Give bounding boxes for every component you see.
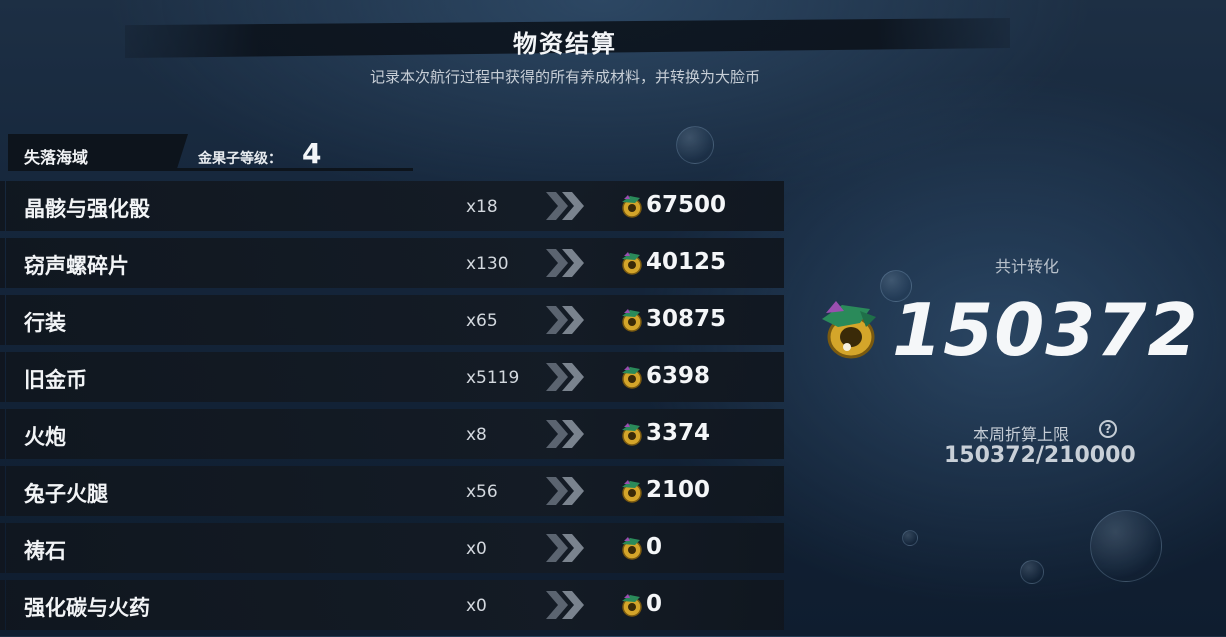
item-row: 强化碳与火药 x0 0 [0,580,784,630]
item-coin-value: 6398 [646,363,711,389]
page-title: 物资结算 [513,30,617,58]
item-coin-value: 67500 [646,192,727,218]
double-chevron-right-icon [546,306,584,334]
item-name: 旧金币 [24,368,87,392]
item-name: 晶骸与强化骰 [24,197,150,221]
double-chevron-right-icon [546,192,584,220]
double-chevron-right-icon [546,420,584,448]
item-list: 晶骸与强化骰 x18 67500 窃声螺碎片 x130 40125 行装 x65… [0,181,790,637]
item-coin-value: 0 [646,591,663,617]
item-name: 兔子火腿 [24,482,108,506]
item-row: 晶骸与强化骰 x18 67500 [0,181,784,231]
region-divider [8,168,413,171]
coin-icon [622,195,642,218]
item-name: 强化碳与火药 [24,596,150,620]
item-row: 祷石 x0 0 [0,523,784,573]
region-name: 失落海域 [24,148,89,167]
item-name: 窃声螺碎片 [24,254,129,278]
item-name: 祷石 [24,539,66,563]
item-coin-value: 0 [646,534,663,560]
item-coin-value: 3374 [646,420,711,446]
item-quantity: x18 [466,197,498,217]
double-chevron-right-icon [546,363,584,391]
item-row: 兔子火腿 x56 2100 [0,466,784,516]
item-name: 行装 [24,311,66,335]
item-row: 行装 x65 30875 [0,295,784,345]
item-quantity: x0 [466,596,487,616]
item-row: 窃声螺碎片 x130 40125 [0,238,784,288]
bubble-decoration [676,126,714,164]
bubble-decoration [902,530,918,546]
double-chevron-right-icon [546,249,584,277]
weekly-cap-label: 本周折算上限 [973,425,1070,444]
page-subtitle: 记录本次航行过程中获得的所有养成材料，并转换为大脸币 [369,68,760,86]
item-quantity: x56 [466,482,498,502]
item-quantity: x5119 [466,368,520,388]
weekly-cap-value: 150372/210000 [944,443,1136,468]
big-coin-icon [822,301,876,359]
level-value: 4 [302,137,322,170]
question-circle-icon[interactable]: ? [1099,420,1117,438]
bubble-decoration [1020,560,1044,584]
total-label: 共计转化 [995,257,1060,276]
level-label: 金果子等级： [198,151,282,167]
double-chevron-right-icon [546,534,584,562]
double-chevron-right-icon [546,591,584,619]
coin-icon [622,537,642,560]
coin-icon [622,309,642,332]
region-bar: 失落海域 金果子等级： 4 [0,134,415,172]
item-quantity: x0 [466,539,487,559]
item-coin-value: 2100 [646,477,711,503]
item-quantity: x8 [466,425,487,445]
coin-icon [622,594,642,617]
coin-icon [622,252,642,275]
item-quantity: x130 [466,254,509,274]
total-coin-value: 150372 [892,288,1199,372]
coin-icon [622,423,642,446]
item-quantity: x65 [466,311,498,331]
coin-icon [622,366,642,389]
item-coin-value: 40125 [646,249,727,275]
double-chevron-right-icon [546,477,584,505]
item-row: 火炮 x8 3374 [0,409,784,459]
item-row: 旧金币 x5119 6398 [0,352,784,402]
coin-icon [622,480,642,503]
bubble-decoration [1090,510,1162,582]
item-coin-value: 30875 [646,306,727,332]
item-name: 火炮 [24,425,66,449]
